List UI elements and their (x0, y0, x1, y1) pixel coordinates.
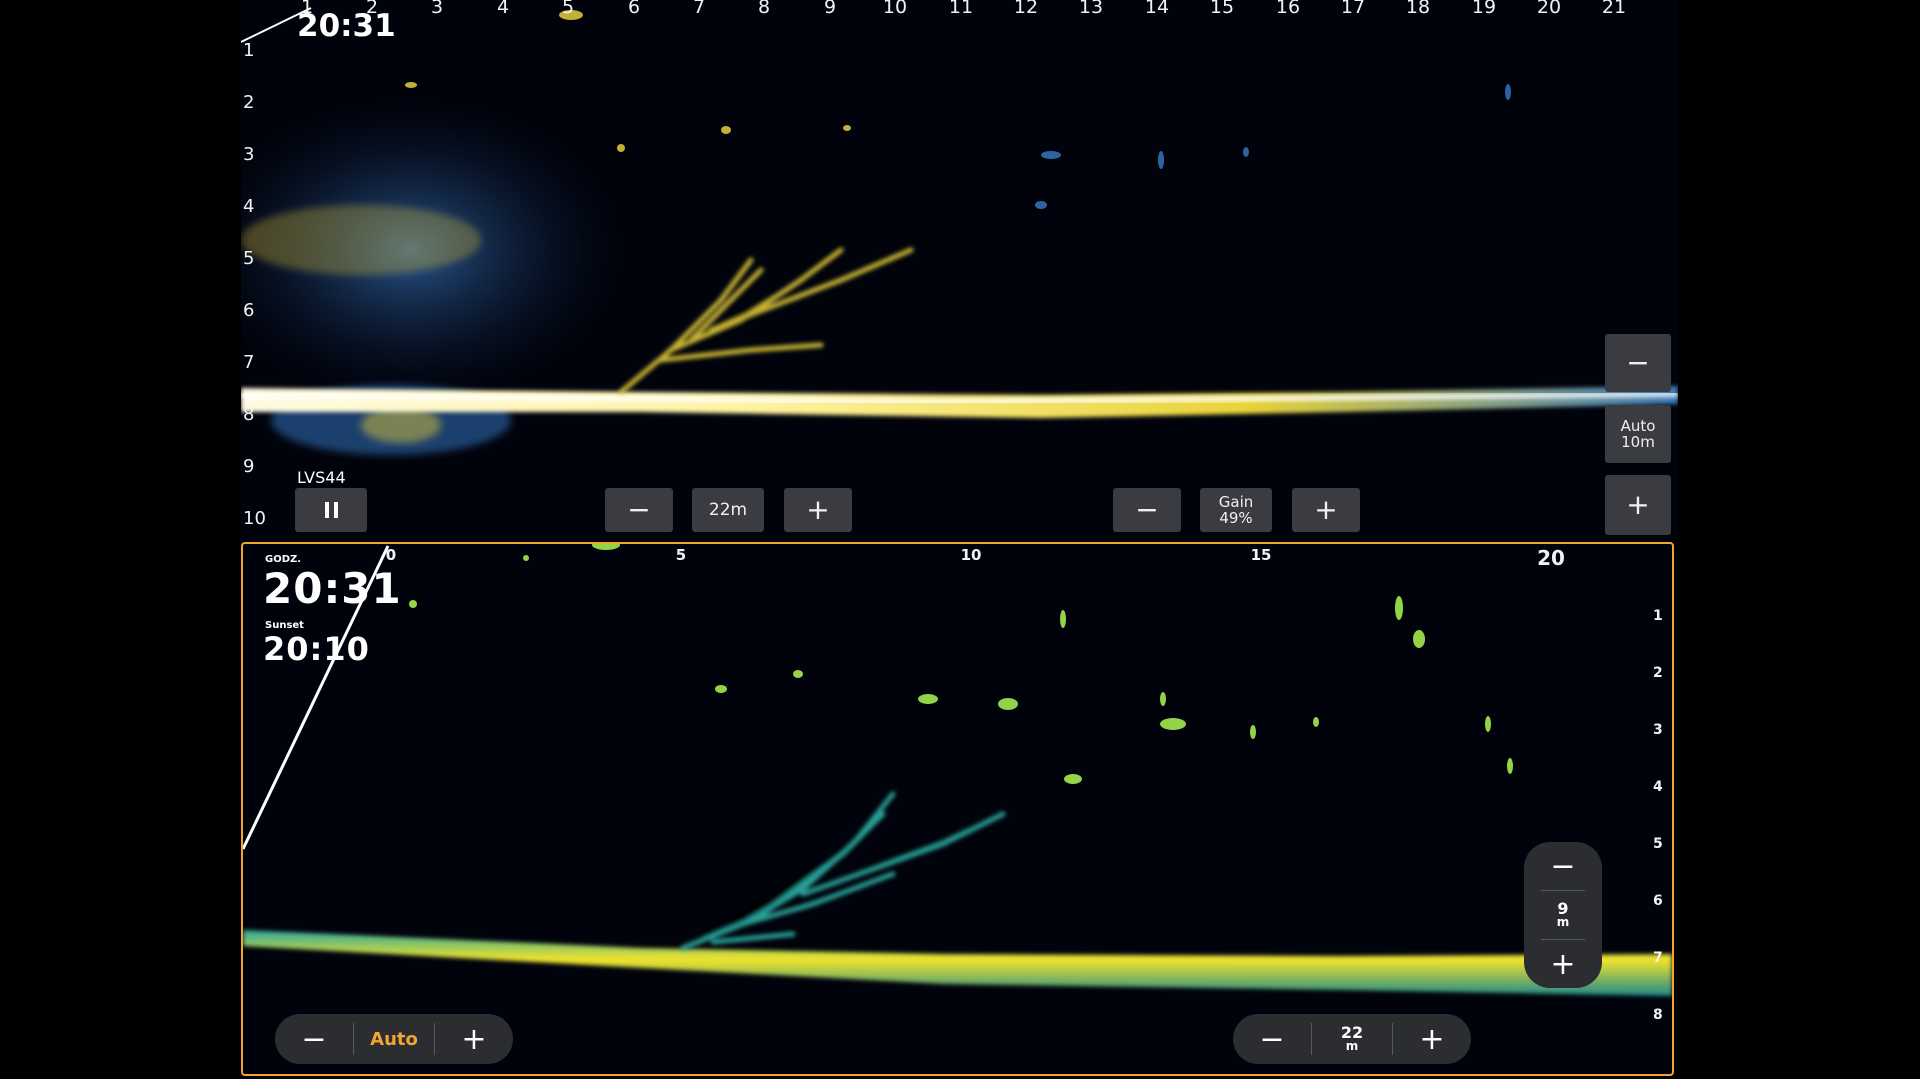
bottom-sonar-returns (243, 544, 1672, 996)
bottom-depth-tick: 1 (1653, 608, 1663, 624)
depth-zoom-value: Auto 10m (1605, 405, 1671, 463)
range-control: − 22 m + (1233, 1014, 1471, 1064)
bottom-range-unit: m (1345, 1038, 1359, 1053)
bottom-depth-tick: 8 (1653, 1007, 1663, 1023)
top-distance-tick: 3 (430, 0, 444, 18)
bottom-gain-minus-button[interactable]: − (275, 1014, 353, 1064)
bottom-depth-tick: 5 (1653, 836, 1663, 852)
bottom-depth-tick: 7 (1653, 950, 1663, 966)
zoom-value: 9 m (1524, 891, 1602, 939)
zoom-control: − 9 m + (1524, 842, 1602, 988)
depth-zoom-mode: Auto (1620, 416, 1656, 435)
top-distance-tick: 12 (1013, 0, 1039, 18)
top-sonar-returns (241, 10, 1678, 455)
range-plus-button[interactable]: + (784, 488, 852, 532)
gain-plus-button[interactable]: + (1292, 488, 1360, 532)
bottom-depth-tick: 3 (1653, 722, 1663, 738)
top-distance-tick: 16 (1275, 0, 1301, 18)
bottom-clock: 20:31 (263, 564, 402, 613)
bottom-depth-tick: 4 (1653, 779, 1663, 795)
zoom-value-unit: m (1556, 914, 1570, 929)
gain-percent: 49% (1219, 509, 1253, 527)
zoom-plus-button[interactable]: + (1524, 940, 1602, 988)
bottom-distance-tick: 20 (1537, 546, 1565, 570)
range-minus-button[interactable]: − (605, 488, 673, 532)
top-sonar-panel: 1 2 3 4 5 6 7 8 9 10 11 12 13 14 15 16 1… (241, 0, 1678, 540)
bottom-range-minus-button[interactable]: − (1233, 1014, 1311, 1064)
top-distance-tick: 15 (1209, 0, 1235, 18)
depth-zoom-plus-button[interactable]: + (1605, 475, 1671, 535)
top-distance-tick: 19 (1471, 0, 1497, 18)
top-distance-tick: 21 (1601, 0, 1627, 18)
bottom-distance-tick: 15 (1250, 546, 1272, 564)
top-depth-tick: 7 (243, 352, 255, 373)
bottom-distance-tick: 10 (960, 546, 982, 564)
top-distance-tick: 9 (823, 0, 837, 18)
top-depth-tick: 2 (243, 92, 255, 113)
top-distance-tick: 18 (1405, 0, 1431, 18)
top-depth-tick: 4 (243, 196, 255, 217)
gain-minus-button[interactable]: − (1113, 488, 1181, 532)
gain-label: Gain (1218, 492, 1254, 511)
bottom-range-plus-button[interactable]: + (1393, 1014, 1471, 1064)
pause-button[interactable] (295, 488, 367, 532)
top-clock: 20:31 (297, 8, 396, 44)
top-distance-tick: 8 (757, 0, 771, 18)
top-distance-tick: 10 (882, 0, 908, 18)
bottom-gain-plus-button[interactable]: + (435, 1014, 513, 1064)
top-distance-tick: 4 (496, 0, 510, 18)
transducer-label: LVS44 (297, 468, 346, 487)
top-distance-tick: 20 (1536, 0, 1562, 18)
top-distance-tick: 13 (1078, 0, 1104, 18)
gain-control: − Auto + (275, 1014, 513, 1064)
top-distance-tick: 14 (1144, 0, 1170, 18)
top-depth-tick: 10 (243, 508, 266, 529)
top-depth-tick: 6 (243, 300, 255, 321)
pause-icon (324, 502, 338, 518)
range-value: 22m (692, 488, 764, 532)
bottom-distance-tick: 0 (385, 546, 397, 564)
top-depth-tick: 5 (243, 248, 255, 269)
top-depth-tick: 9 (243, 456, 255, 477)
bottom-distance-tick: 5 (675, 546, 687, 564)
sunset-time: 20:10 (263, 630, 370, 668)
zoom-minus-button[interactable]: − (1524, 842, 1602, 890)
bottom-gain-value: Auto (370, 1028, 418, 1050)
top-depth-tick: 3 (243, 144, 255, 165)
top-depth-tick: 8 (243, 404, 255, 425)
bottom-sonar-panel: 0 5 10 15 20 1 2 3 4 5 6 7 8 GODZ. 20:31… (241, 542, 1674, 1076)
top-distance-tick: 6 (627, 0, 641, 18)
top-distance-tick: 11 (948, 0, 974, 18)
bottom-depth-tick: 2 (1653, 665, 1663, 681)
top-distance-tick: 5 (561, 0, 575, 18)
depth-zoom-range: 10m (1621, 433, 1655, 451)
top-distance-tick: 17 (1340, 0, 1366, 18)
top-distance-tick: 7 (692, 0, 706, 18)
gain-value: Gain 49% (1200, 488, 1272, 532)
bottom-range-value: 22 m (1312, 1014, 1392, 1064)
depth-zoom-minus-button[interactable]: − (1605, 334, 1671, 392)
bottom-depth-tick: 6 (1653, 893, 1663, 909)
